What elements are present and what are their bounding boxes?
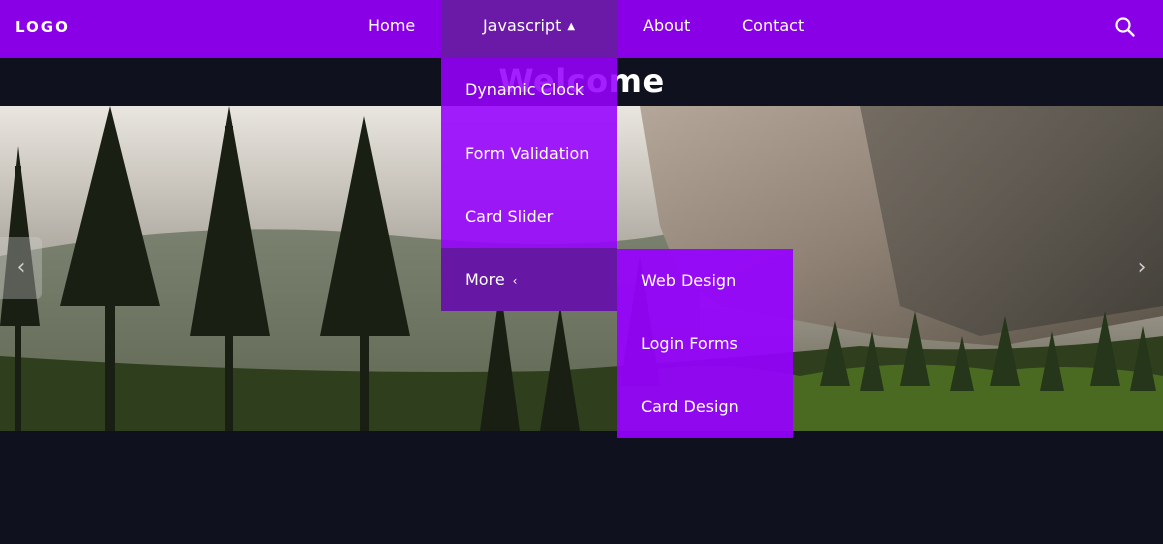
nav-link-label: About	[643, 16, 691, 35]
slider-prev-button[interactable]: ‹	[0, 237, 42, 299]
nav-link-contact[interactable]: Contact	[742, 0, 804, 58]
nav-link-about[interactable]: About	[643, 0, 690, 58]
top-navbar: LOGO Home Javascript ▲ About Contact	[0, 0, 1163, 58]
nav-link-label: Home	[368, 16, 416, 35]
logo[interactable]: LOGO	[15, 18, 70, 36]
nav-link-javascript[interactable]: Javascript ▲	[441, 0, 617, 58]
menu-item-label: Dynamic Clock	[465, 80, 585, 99]
menu-item-more[interactable]: More ‹	[441, 248, 617, 311]
submenu-item-web-design[interactable]: Web Design	[617, 249, 793, 312]
submenu-item-card-design[interactable]: Card Design	[617, 375, 793, 438]
chevron-right-icon: ›	[1137, 255, 1147, 280]
menu-item-label: More	[465, 270, 505, 289]
chevron-left-icon: ‹	[16, 255, 26, 280]
menu-item-card-slider[interactable]: Card Slider	[441, 185, 617, 248]
chevron-up-icon: ▲	[567, 21, 576, 32]
menu-item-label: Card Slider	[465, 207, 554, 226]
submenu-item-label: Login Forms	[641, 334, 738, 353]
nav-link-home[interactable]: Home	[368, 0, 415, 58]
slider-next-button[interactable]: ›	[1121, 237, 1163, 299]
menu-item-label: Form Validation	[465, 144, 590, 163]
menu-item-dynamic-clock[interactable]: Dynamic Clock	[441, 58, 617, 122]
nav-link-label: Javascript	[482, 16, 562, 35]
chevron-left-icon: ‹	[512, 274, 518, 288]
more-submenu: Web Design Login Forms Card Design	[617, 249, 793, 438]
submenu-item-label: Card Design	[641, 397, 739, 416]
submenu-item-login-forms[interactable]: Login Forms	[617, 312, 793, 375]
search-icon[interactable]	[1114, 16, 1136, 38]
submenu-item-label: Web Design	[641, 271, 737, 290]
menu-item-form-validation[interactable]: Form Validation	[441, 122, 617, 185]
nav-link-label: Contact	[742, 16, 805, 35]
javascript-dropdown-menu: Dynamic Clock Form Validation Card Slide…	[441, 58, 617, 311]
